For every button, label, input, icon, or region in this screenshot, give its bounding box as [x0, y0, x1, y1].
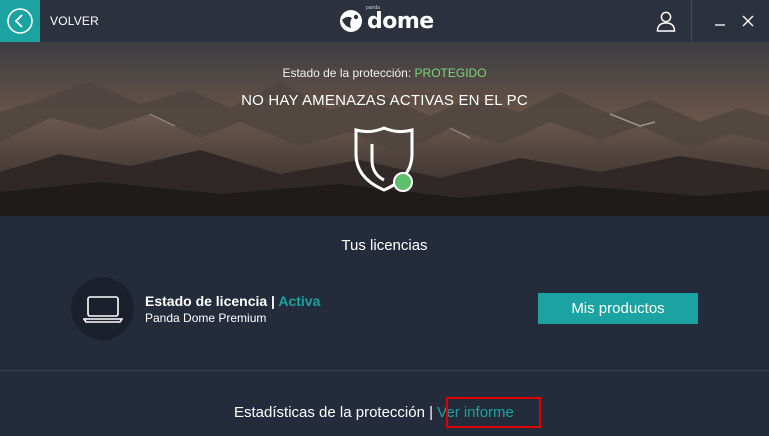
user-account-button[interactable]	[640, 0, 692, 42]
close-button[interactable]	[733, 0, 763, 42]
threat-status-title: NO HAY AMENAZAS ACTIVAS EN EL PC	[241, 92, 528, 109]
close-icon	[742, 15, 754, 27]
protection-status: Estado de la protección: PROTEGIDO	[0, 66, 769, 80]
license-product: Panda Dome Premium	[145, 311, 267, 325]
shield-icon	[354, 126, 414, 192]
logo-brand-small: panda	[366, 5, 380, 11]
back-button[interactable]	[0, 0, 40, 42]
licenses-title: Tus licencias	[341, 237, 428, 254]
panda-logo-icon	[340, 10, 362, 32]
protection-hero: Estado de la protección: PROTEGIDO NO HA…	[0, 42, 769, 216]
laptop-icon	[82, 295, 123, 323]
status-value: PROTEGIDO	[414, 66, 487, 80]
title-bar: VOLVER dome panda	[0, 0, 769, 42]
status-label: Estado de la protección:	[282, 66, 412, 80]
user-icon	[656, 11, 675, 32]
status-dot-icon	[393, 172, 413, 192]
license-state-label: Estado de licencia |	[145, 293, 279, 309]
stats-section: Estadísticas de la protección | Ver info…	[0, 372, 769, 436]
laptop-avatar	[71, 277, 134, 340]
highlight-box	[446, 397, 541, 428]
license-state-value: Activa	[278, 293, 321, 309]
minimize-icon	[715, 24, 725, 26]
license-state: Estado de licencia | Activa	[145, 293, 320, 309]
my-products-button[interactable]: Mis productos	[538, 293, 698, 324]
stats-label: Estadísticas de la protección |	[234, 404, 438, 421]
back-label[interactable]: VOLVER	[50, 14, 99, 28]
logo-text: dome	[367, 8, 434, 34]
licenses-section: Tus licencias Estado de licencia | Activ…	[0, 216, 769, 371]
back-arrow-icon	[7, 8, 33, 34]
minimize-button[interactable]	[705, 0, 735, 42]
app-logo: dome	[339, 8, 434, 34]
